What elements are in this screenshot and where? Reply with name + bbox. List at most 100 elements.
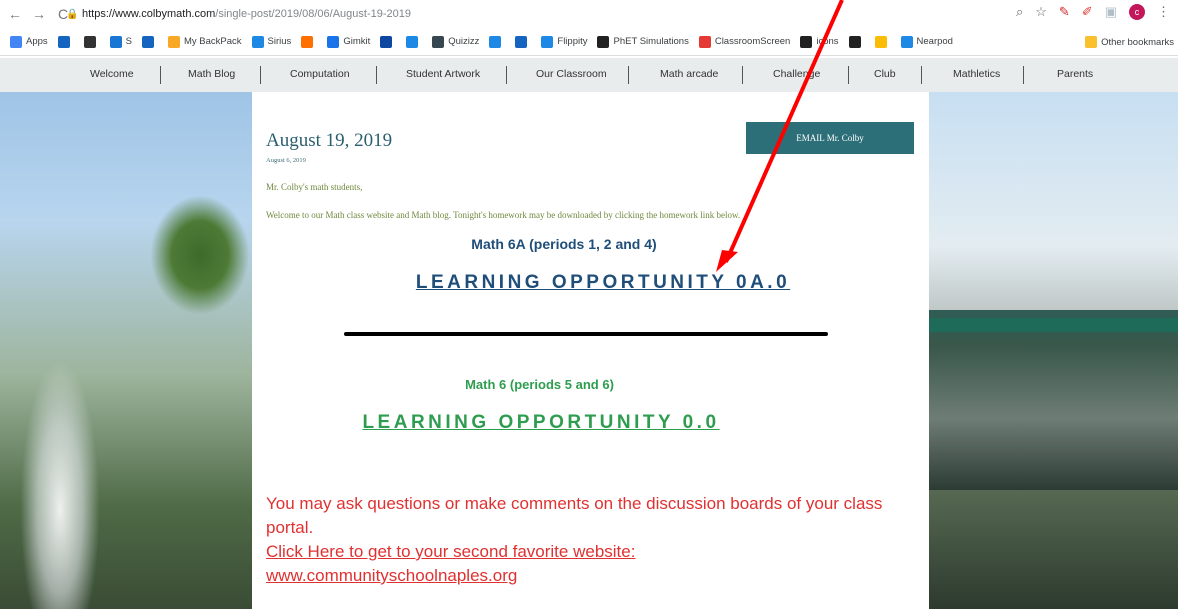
nav-item[interactable]: Math Blog [188, 68, 235, 80]
bookmark-label: S [125, 36, 132, 47]
menu-icon[interactable]: ⋮ [1157, 4, 1170, 20]
greeting-text: Mr. Colby's math students, [266, 182, 363, 192]
pen-extension-icon[interactable]: ✎ [1059, 4, 1070, 20]
nav-item[interactable]: Computation [290, 68, 350, 80]
math-6a-heading: Math 6A (periods 1, 2 and 4) [471, 236, 657, 252]
bookmark-icon [848, 35, 861, 48]
nav-item[interactable]: Math arcade [660, 68, 718, 80]
nav-item[interactable]: Our Classroom [536, 68, 607, 80]
zoom-icon[interactable]: ⌕ [1016, 4, 1023, 20]
nav-separator [376, 66, 377, 84]
bookmark-item[interactable]: Flippity [541, 35, 588, 48]
discussion-note: You may ask questions or make comments o… [266, 494, 883, 537]
star-icon[interactable]: ☆ [1035, 4, 1047, 20]
address-bar-row: ← → C 🔒 https://www.colbymath.com/single… [0, 0, 1178, 28]
url-path: /single-post/2019/08/06/August-19-2019 [215, 8, 411, 20]
bookmark-label: PhET Simulations [613, 36, 689, 47]
bookmark-item[interactable] [874, 35, 891, 48]
bookmark-item[interactable]: PhET Simulations [597, 35, 689, 48]
lock-icon: 🔒 [66, 8, 79, 20]
bookmark-icon [57, 35, 70, 48]
forward-icon[interactable]: → [30, 6, 48, 22]
school-website-link[interactable]: www.communityschoolnaples.org [266, 564, 517, 588]
nav-item[interactable]: Welcome [90, 68, 134, 80]
url-bar[interactable]: 🔒 https://www.colbymath.com/single-post/… [66, 4, 1076, 24]
url-host: https://www.colbymath.com [82, 8, 216, 20]
marker-extension-icon[interactable]: ✐ [1082, 4, 1093, 20]
bookmark-item[interactable]: ClassroomScreen [698, 35, 791, 48]
nav-item[interactable]: Mathletics [953, 68, 1000, 80]
bookmarks-bar: Apps S My BackPack Sirius Gimkit Quizizz Flipp… [0, 28, 1178, 56]
email-button[interactable]: EMAIL Mr. Colby [746, 122, 914, 154]
building-image [928, 310, 1178, 490]
nav-item[interactable]: Parents [1057, 68, 1093, 80]
bookmark-icon [489, 35, 502, 48]
profile-avatar[interactable]: c [1129, 4, 1145, 20]
bookmark-icon [168, 35, 180, 48]
browser-toolbar-right: ⌕ ☆ ✎ ✐ ▣ c ⋮ [1016, 4, 1170, 20]
bookmark-item[interactable]: Sirius [251, 35, 292, 48]
learning-opportunity-6-link[interactable]: LEARNING OPPORTUNITY 0.0 [252, 412, 830, 434]
other-bookmarks[interactable]: Other bookmarks [1085, 36, 1174, 48]
bookmark-item[interactable]: Apps [10, 35, 48, 48]
bookmark-icon [251, 35, 264, 48]
back-icon[interactable]: ← [6, 6, 24, 22]
bookmark-icon [432, 35, 445, 48]
bookmark-item[interactable]: Gimkit [327, 35, 371, 48]
bookmark-item[interactable] [57, 35, 74, 48]
bookmark-item[interactable] [848, 35, 865, 48]
bookmark-icon [380, 35, 393, 48]
nav-separator [921, 66, 922, 84]
bookmark-item[interactable] [301, 35, 317, 48]
math-6-heading: Math 6 (periods 5 and 6) [465, 377, 614, 392]
bookmark-label: My BackPack [184, 36, 242, 47]
site-navigation: Welcome Math Blog Computation Student Artwo… [0, 58, 1178, 92]
nav-separator [848, 66, 849, 84]
bookmark-item[interactable]: S [109, 35, 132, 48]
bookmark-icon [900, 35, 913, 48]
nav-separator [160, 66, 161, 84]
nav-separator [1023, 66, 1024, 84]
bookmark-label: ClassroomScreen [714, 36, 791, 47]
bookmark-icon [515, 35, 528, 48]
bookmark-label: Flippity [557, 36, 588, 47]
post-title: August 19, 2019 [266, 130, 393, 151]
bookmark-icon [698, 35, 711, 48]
learning-opportunity-6a-link[interactable]: LEARNING OPPORTUNITY 0A.0 [252, 272, 954, 294]
bookmark-item[interactable]: My BackPack [168, 35, 242, 48]
bookmark-item[interactable] [406, 35, 422, 48]
bookmark-label: Apps [26, 36, 48, 47]
nav-item[interactable]: Club [874, 68, 896, 80]
nav-separator [628, 66, 629, 84]
nav-separator [506, 66, 507, 84]
post-date: August 6, 2019 [266, 157, 306, 164]
click-here-link[interactable]: Click Here to get to your second favorit… [266, 540, 635, 564]
bookmark-icon [83, 35, 96, 48]
bookmark-icon [800, 35, 813, 48]
bookmark-item[interactable] [380, 35, 396, 48]
bookmark-icon [597, 35, 610, 48]
bookmark-label: Quizizz [448, 36, 480, 47]
welcome-text: Welcome to our Math class website and Ma… [266, 210, 741, 220]
bookmark-item[interactable] [83, 35, 100, 48]
bookmark-label: icons [816, 36, 839, 47]
bookmark-item[interactable]: Nearpod [900, 35, 953, 48]
bookmark-label: Sirius [267, 36, 292, 47]
bookmark-icon [301, 35, 314, 48]
bookmark-item[interactable] [142, 35, 158, 48]
bookmark-item[interactable] [489, 35, 505, 48]
fountain-image [20, 360, 100, 609]
nav-item[interactable]: Student Artwork [406, 68, 480, 80]
bookmark-label: Gimkit [343, 36, 371, 47]
bookmark-item[interactable]: Quizizz [432, 35, 480, 48]
divider [344, 332, 828, 336]
bookmark-item[interactable] [515, 35, 531, 48]
bookmark-icon [10, 35, 22, 48]
nav-item[interactable]: Challenge [773, 68, 820, 80]
building-roof [928, 318, 1178, 332]
palm-tree-image [150, 195, 250, 315]
extension-icon[interactable]: ▣ [1105, 4, 1117, 20]
bookmark-item[interactable]: icons [800, 35, 839, 48]
bookmark-icon [142, 35, 154, 48]
other-bookmarks-label: Other bookmarks [1101, 36, 1174, 48]
